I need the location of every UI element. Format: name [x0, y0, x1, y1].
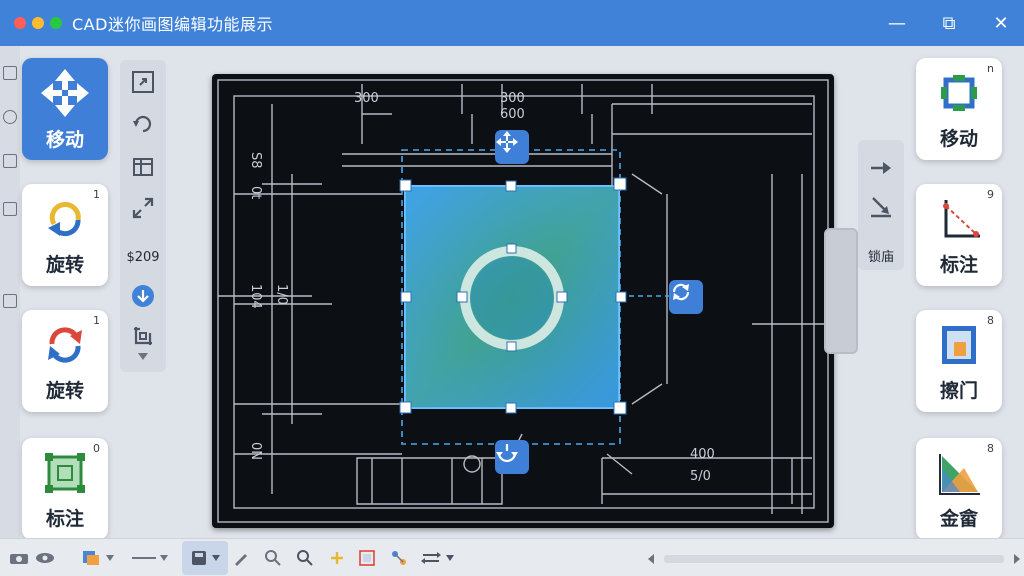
- minimize-button[interactable]: —: [874, 0, 920, 46]
- tool-move-right-button[interactable]: n 移动: [916, 58, 1002, 160]
- move-arrows-icon: [41, 68, 89, 117]
- tool-badge: 1: [93, 314, 100, 327]
- chart-triangle-icon: [939, 453, 980, 495]
- tool-rotate-ccw-button[interactable]: 1 旋转: [22, 184, 108, 286]
- dim-text: 0t: [248, 186, 263, 199]
- chevron-down-icon[interactable]: [444, 547, 456, 569]
- tool-rotate-cw-button[interactable]: 1 旋转: [22, 310, 108, 412]
- dim-text: S8: [248, 152, 263, 169]
- right-small-label: 锁庙: [867, 250, 894, 265]
- tool-label: 旋转: [45, 253, 84, 276]
- tool-label: 金畲: [939, 507, 978, 530]
- rotate-cw-icon: [48, 326, 82, 363]
- window-title: CAD迷你画图编辑功能展示: [72, 15, 273, 34]
- tool-label: 旋转: [45, 379, 84, 402]
- window-controls: [14, 17, 62, 29]
- refresh-icon[interactable]: [129, 110, 157, 138]
- zoom-in-icon[interactable]: [262, 547, 284, 569]
- tool-label: 移动: [939, 127, 978, 150]
- layers-icon[interactable]: [80, 547, 102, 569]
- left-strip: [0, 46, 20, 538]
- vertical-scroll-handle[interactable]: [824, 228, 858, 354]
- rotate-bottom-handle-icon[interactable]: [495, 440, 529, 474]
- bottom-toolbar: [0, 538, 1024, 576]
- dim-text: 600: [500, 107, 525, 122]
- swap-icon[interactable]: [420, 547, 442, 569]
- table-frame-icon[interactable]: [129, 152, 157, 180]
- door-icon: [942, 325, 976, 364]
- tool-badge: 1: [93, 188, 100, 201]
- tool-label: 擦门: [939, 379, 978, 402]
- chevron-down-icon[interactable]: [104, 547, 116, 569]
- dim-text: 1/0: [274, 284, 289, 305]
- snap-corner-icon[interactable]: [867, 194, 895, 222]
- nodes-icon[interactable]: [388, 547, 410, 569]
- add-icon[interactable]: [326, 547, 348, 569]
- tool-annotate-button[interactable]: 0 标注: [22, 438, 108, 540]
- dim-text: 400: [690, 447, 715, 462]
- crop-icon[interactable]: [129, 322, 157, 350]
- chevron-down-icon[interactable]: [210, 547, 222, 569]
- frame-select-icon[interactable]: [356, 547, 378, 569]
- strip-icon[interactable]: [3, 202, 17, 216]
- tool-door-button[interactable]: 8 擦门: [916, 310, 1002, 412]
- close-dot[interactable]: [14, 17, 26, 29]
- dim-text: 300: [354, 91, 379, 106]
- dim-text: 300: [500, 91, 525, 106]
- maximize-button[interactable]: ⧉: [926, 0, 972, 46]
- camera-icon[interactable]: [8, 547, 30, 569]
- tool-badge: 9: [987, 188, 994, 201]
- select-box-icon[interactable]: [129, 68, 157, 96]
- tool-chart-button[interactable]: 8 金畲: [916, 438, 1002, 540]
- dim-text: 5/0: [690, 469, 711, 484]
- minimize-dot[interactable]: [32, 17, 44, 29]
- tool-label: 标注: [45, 507, 84, 530]
- horizontal-scrollbar[interactable]: [644, 551, 1024, 565]
- expand-arrows-icon[interactable]: [129, 194, 157, 222]
- eye-icon[interactable]: [34, 547, 56, 569]
- dim-text: 0N: [248, 442, 263, 460]
- move-handle-icon[interactable]: [495, 130, 529, 164]
- dim-text: 104: [248, 284, 263, 309]
- rotate-handle-icon[interactable]: [669, 280, 703, 314]
- tool-badge: 0: [93, 442, 100, 455]
- pen-icon[interactable]: [230, 547, 252, 569]
- tool-badge: 8: [987, 314, 994, 327]
- rotate-ccw-icon: [48, 201, 81, 236]
- title-bar: CAD迷你画图编辑功能展示 — ⧉ ✕: [0, 0, 1024, 46]
- dimension-triangle-icon: [943, 199, 980, 237]
- annotate-frame-icon: [45, 452, 85, 493]
- tool-badge: 8: [987, 442, 994, 455]
- move-square-icon: [941, 74, 977, 111]
- chevron-down-icon[interactable]: [129, 350, 157, 364]
- tool-move-button[interactable]: 移动: [22, 58, 108, 160]
- drawing-canvas[interactable]: 300 300 600 S8 0t 104 1/0 0N 400 5/0: [212, 74, 834, 528]
- tool-label: 移动: [45, 128, 84, 151]
- chevron-down-icon[interactable]: [158, 547, 170, 569]
- strip-icon[interactable]: [3, 294, 17, 308]
- tool-label: 标注: [939, 253, 978, 276]
- maximize-dot[interactable]: [50, 17, 62, 29]
- line-type-icon[interactable]: [132, 547, 156, 569]
- small-tool-column: $209: [120, 60, 166, 372]
- right-small-column: 锁庙: [858, 140, 904, 270]
- strip-icon[interactable]: [3, 66, 17, 80]
- tool-badge: n: [987, 62, 994, 75]
- value-label: $209: [126, 250, 160, 265]
- strip-icon[interactable]: [3, 110, 17, 124]
- arrow-right-icon[interactable]: [867, 150, 895, 178]
- zoom-icon[interactable]: [294, 547, 316, 569]
- close-button[interactable]: ✕: [978, 0, 1024, 46]
- save-icon[interactable]: [188, 547, 210, 569]
- download-circle-icon[interactable]: [129, 282, 157, 310]
- strip-icon[interactable]: [3, 154, 17, 168]
- tool-dimension-button[interactable]: 9 标注: [916, 184, 1002, 286]
